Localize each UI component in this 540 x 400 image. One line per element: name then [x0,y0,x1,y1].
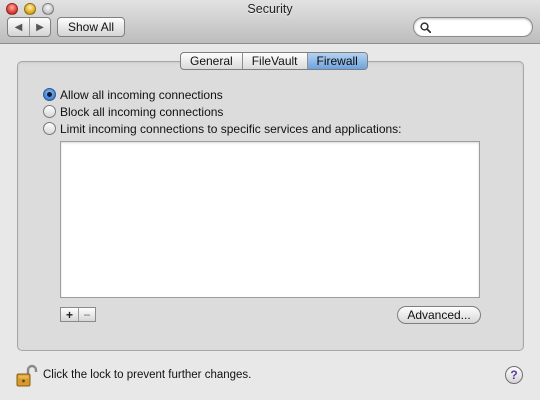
radio-block-all[interactable] [43,105,56,118]
lock-message: Click the lock to prevent further change… [43,369,252,381]
lock-icon[interactable] [16,364,38,388]
tab-filevault[interactable]: FileVault [241,53,307,69]
radio-allow-all[interactable] [43,88,56,101]
forward-button[interactable]: ▶ [29,18,50,36]
window-title: Security [247,2,293,16]
firewall-options: Allow all incoming connections Block all… [43,86,402,137]
forward-icon: ▶ [36,21,44,33]
option-label: Allow all incoming connections [60,87,223,102]
radio-limit[interactable] [43,122,56,135]
remove-button[interactable]: − [78,308,95,321]
back-button[interactable]: ◀ [8,18,29,36]
help-icon: ? [510,368,518,382]
option-limit[interactable]: Limit incoming connections to specific s… [43,120,402,137]
advanced-button[interactable]: Advanced... [397,306,481,324]
option-label: Limit incoming connections to specific s… [60,121,402,136]
search-input[interactable] [435,21,527,33]
option-label: Block all incoming connections [60,104,224,119]
footer-bar: Click the lock to prevent further change… [0,356,540,400]
tab-bar: General FileVault Firewall [180,52,368,70]
option-block-all[interactable]: Block all incoming connections [43,103,402,120]
services-list[interactable] [60,141,480,298]
tab-general[interactable]: General [181,53,242,69]
title-bar: Security ◀ ▶ Show All [0,0,540,44]
show-all-button[interactable]: Show All [57,17,126,37]
search-icon [420,21,431,33]
option-allow-all[interactable]: Allow all incoming connections [43,86,402,103]
tab-firewall[interactable]: Firewall [306,53,367,69]
add-button[interactable]: + [61,308,78,321]
preferences-window: Security ◀ ▶ Show All General FileVault … [0,0,540,400]
add-remove-buttons: + − [60,307,96,322]
back-icon: ◀ [14,21,23,33]
help-button[interactable]: ? [505,366,523,384]
nav-buttons: ◀ ▶ [7,17,51,37]
search-field[interactable] [413,17,533,37]
